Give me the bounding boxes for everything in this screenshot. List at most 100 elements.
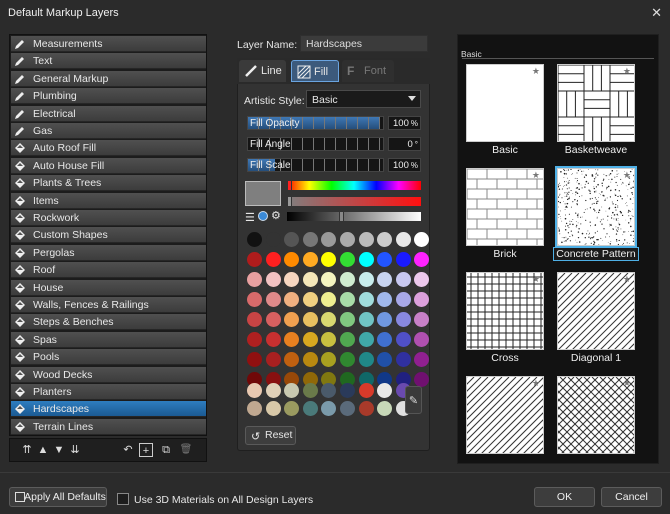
layer-item[interactable]: Gas (11, 123, 206, 139)
palette-swatch[interactable] (395, 252, 411, 267)
palette-swatch[interactable] (302, 252, 318, 267)
move-bottom-icon[interactable]: ⇊ (68, 443, 82, 457)
palette-swatch[interactable] (247, 312, 262, 327)
layer-name-field[interactable]: Hardscapes (300, 35, 428, 52)
favorite-star-icon[interactable]: ★ (532, 170, 540, 181)
slider-fill-opacity[interactable]: Fill Opacity (247, 116, 384, 130)
palette-swatch[interactable] (340, 332, 355, 347)
layer-item[interactable]: Roof (11, 262, 206, 279)
palette-swatch[interactable] (247, 332, 262, 347)
layer-item[interactable]: Auto Roof Fill (11, 140, 206, 157)
palette-swatch[interactable] (340, 252, 355, 267)
delete-icon[interactable]: 🗑 (179, 443, 193, 457)
layer-item[interactable]: Spas (11, 331, 206, 348)
recent-color-swatch[interactable] (358, 401, 374, 416)
layer-item[interactable]: Wood Decks (11, 366, 206, 383)
recent-color-swatch[interactable] (265, 383, 281, 398)
layer-item[interactable]: Pergolas (11, 244, 206, 261)
palette-swatch[interactable] (302, 352, 318, 367)
palette-swatch[interactable] (302, 272, 318, 287)
pattern-diagonal1[interactable]: ★ (557, 272, 635, 350)
palette-swatch[interactable] (247, 232, 262, 247)
favorite-star-icon[interactable]: ★ (532, 274, 540, 285)
palette-swatch[interactable] (265, 352, 281, 367)
palette-swatch[interactable] (247, 252, 262, 267)
slider-fill-scale[interactable]: Fill Scale (247, 158, 384, 172)
layer-item[interactable]: Hardscapes (11, 401, 206, 418)
favorite-star-icon[interactable]: ★ (623, 274, 631, 285)
pattern-basketweave[interactable]: ★ (557, 64, 635, 142)
palette-swatch[interactable] (302, 312, 318, 327)
palette-swatch[interactable] (340, 352, 355, 367)
layer-item[interactable]: House (11, 279, 206, 296)
recent-color-swatch[interactable] (247, 383, 262, 398)
apply-all-defaults-button[interactable]: Apply All Defaults (9, 487, 107, 507)
slider-value-field[interactable]: 0 ° (388, 137, 421, 151)
move-up-icon[interactable]: ▲ (36, 443, 50, 457)
list-mode-icon[interactable]: ☰ (245, 211, 255, 224)
palette-swatch[interactable] (265, 252, 281, 267)
layer-item[interactable]: Walls, Fences & Railings (11, 297, 206, 313)
tab-line[interactable]: Line (239, 60, 286, 82)
palette-swatch[interactable] (340, 232, 355, 247)
saturation-slider-handle[interactable] (287, 196, 292, 207)
close-icon[interactable]: ✕ (651, 5, 662, 21)
layer-item[interactable]: General Markup (11, 70, 206, 87)
recent-color-swatch[interactable] (265, 401, 281, 416)
undo-icon[interactable]: ↶ (121, 443, 135, 457)
pattern-diagonal2[interactable]: ★ (466, 376, 544, 454)
gear-icon[interactable]: ⚙ (271, 209, 281, 222)
layer-item[interactable]: Text (11, 53, 206, 70)
pattern-basic[interactable]: ★ (466, 64, 544, 142)
palette-swatch[interactable] (302, 292, 318, 307)
palette-swatch[interactable] (395, 272, 411, 287)
palette-swatch[interactable] (395, 332, 411, 347)
pattern-brick[interactable]: ★ (466, 168, 544, 246)
layer-item[interactable]: Measurements (11, 36, 206, 52)
brightness-bar[interactable] (287, 212, 421, 221)
add-layer-icon[interactable]: + (139, 443, 153, 457)
layer-item[interactable]: Custom Shapes (11, 227, 206, 244)
palette-swatch[interactable] (358, 312, 374, 327)
move-down-icon[interactable]: ▼ (52, 443, 66, 457)
artistic-style-select[interactable]: Basic (306, 90, 421, 108)
slider-fill-angle[interactable]: Fill Angle (247, 137, 384, 151)
palette-swatch[interactable] (358, 332, 374, 347)
favorite-star-icon[interactable]: ★ (532, 378, 540, 389)
pattern-cross[interactable]: ★ (466, 272, 544, 350)
use-3d-materials-checkbox[interactable] (117, 493, 129, 505)
brightness-slider-handle[interactable] (339, 211, 344, 222)
tab-font[interactable]: F Font (342, 60, 394, 82)
slider-value-field[interactable]: 100% (388, 116, 421, 130)
cancel-button[interactable]: Cancel (601, 487, 662, 507)
layer-item[interactable]: Terrain Lines (11, 418, 206, 435)
palette-swatch[interactable] (395, 312, 411, 327)
layer-item[interactable]: Pools (11, 349, 206, 366)
layer-item[interactable]: Items (11, 192, 206, 209)
edit-color-pencil-icon[interactable]: ✎ (405, 386, 422, 414)
palette-swatch[interactable] (395, 352, 411, 367)
palette-swatch[interactable] (358, 232, 374, 247)
recent-color-swatch[interactable] (247, 401, 262, 416)
pattern-concrete[interactable]: ★ (555, 166, 637, 248)
palette-swatch[interactable] (358, 252, 374, 267)
layer-item[interactable]: Auto House Fill (11, 157, 206, 174)
ok-button[interactable]: OK (534, 487, 595, 507)
favorite-star-icon[interactable]: ★ (623, 170, 631, 181)
current-color-swatch[interactable] (245, 181, 281, 206)
recent-color-swatch[interactable] (340, 401, 355, 416)
palette-swatch[interactable] (265, 312, 281, 327)
recent-color-swatch[interactable] (358, 383, 374, 398)
slider-value-field[interactable]: 100% (388, 158, 421, 172)
palette-swatch[interactable] (340, 272, 355, 287)
hue-slider-handle[interactable] (287, 180, 292, 191)
palette-swatch[interactable] (358, 292, 374, 307)
layer-item[interactable]: Steps & Benches (11, 314, 206, 331)
hue-bar[interactable] (287, 181, 421, 190)
palette-swatch[interactable] (265, 232, 281, 247)
palette-swatch[interactable] (247, 352, 262, 367)
palette-swatch[interactable] (340, 292, 355, 307)
layer-item[interactable]: Rockwork (11, 210, 206, 226)
palette-swatch[interactable] (395, 292, 411, 307)
palette-swatch[interactable] (302, 332, 318, 347)
